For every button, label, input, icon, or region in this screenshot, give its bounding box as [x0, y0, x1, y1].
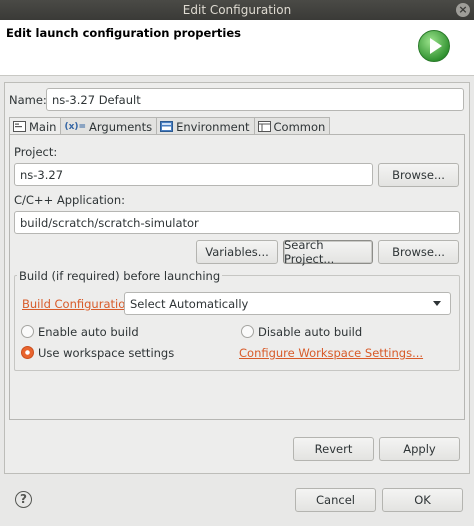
tab-common-label: Common: [273, 119, 326, 134]
use-workspace-settings-label: Use workspace settings: [38, 346, 175, 360]
project-field[interactable]: ns-3.27: [14, 163, 373, 186]
tab-arguments-label: Arguments: [89, 119, 153, 134]
chevron-down-icon: [433, 301, 441, 306]
close-icon[interactable]: ×: [456, 3, 470, 17]
project-browse-label: Browse...: [392, 168, 445, 182]
tab-main-label: Main: [29, 119, 57, 134]
common-icon: [257, 121, 271, 132]
cancel-button[interactable]: Cancel: [295, 488, 376, 512]
revert-button[interactable]: Revert: [293, 437, 374, 461]
cancel-label: Cancel: [316, 493, 355, 507]
project-label: Project:: [14, 145, 58, 159]
application-field[interactable]: build/scratch/scratch-simulator: [14, 211, 460, 234]
disable-auto-build-label: Disable auto build: [258, 325, 363, 339]
ok-label: OK: [414, 493, 431, 507]
configure-workspace-settings-link[interactable]: Configure Workspace Settings...: [239, 346, 423, 360]
enable-auto-build-label: Enable auto build: [38, 325, 139, 339]
application-label: C/C++ Application:: [14, 193, 125, 207]
run-icon: [418, 30, 450, 62]
application-value: build/scratch/scratch-simulator: [20, 215, 199, 230]
tab-bar: Main (x)= Arguments Environment Common: [9, 117, 331, 135]
environment-icon: [160, 121, 174, 132]
search-project-label: Search Project...: [284, 238, 335, 266]
use-workspace-settings-radio[interactable]: [21, 346, 34, 359]
application-browse-button[interactable]: Browse...: [378, 240, 459, 264]
window-title: Edit Configuration: [182, 3, 292, 17]
project-value: ns-3.27: [20, 167, 64, 182]
revert-label: Revert: [314, 442, 353, 456]
project-browse-button[interactable]: Browse...: [378, 163, 459, 187]
tab-arguments[interactable]: (x)= Arguments: [61, 117, 158, 135]
help-icon[interactable]: ?: [15, 491, 32, 508]
name-label: Name:: [9, 93, 47, 107]
search-project-button[interactable]: Search Project...: [283, 238, 373, 266]
build-configuration-select[interactable]: Select Automatically: [124, 292, 451, 315]
main-tab-icon: [13, 121, 26, 132]
apply-button[interactable]: Apply: [379, 437, 460, 461]
header-title: Edit launch configuration properties: [6, 26, 242, 40]
application-browse-label: Browse...: [392, 245, 445, 259]
variables-button[interactable]: Variables...: [196, 240, 278, 264]
apply-label: Apply: [403, 442, 436, 456]
build-group-title: Build (if required) before launching: [17, 269, 223, 283]
tab-common[interactable]: Common: [254, 117, 331, 135]
window-titlebar: Edit Configuration: [0, 0, 474, 20]
disable-auto-build-radio[interactable]: [241, 325, 254, 338]
tab-environment[interactable]: Environment: [157, 117, 255, 135]
enable-auto-build-radio[interactable]: [21, 325, 34, 338]
build-configuration-value: Select Automatically: [130, 296, 249, 311]
name-field[interactable]: ns-3.27 Default: [46, 88, 464, 111]
variables-label: Variables...: [205, 245, 269, 259]
tab-main[interactable]: Main: [9, 117, 62, 135]
arguments-icon: (x)=: [64, 121, 87, 132]
tab-environment-label: Environment: [176, 119, 250, 134]
name-value: ns-3.27 Default: [52, 92, 141, 107]
build-configuration-link[interactable]: Build Configuration:: [22, 297, 136, 311]
ok-button[interactable]: OK: [382, 488, 463, 512]
